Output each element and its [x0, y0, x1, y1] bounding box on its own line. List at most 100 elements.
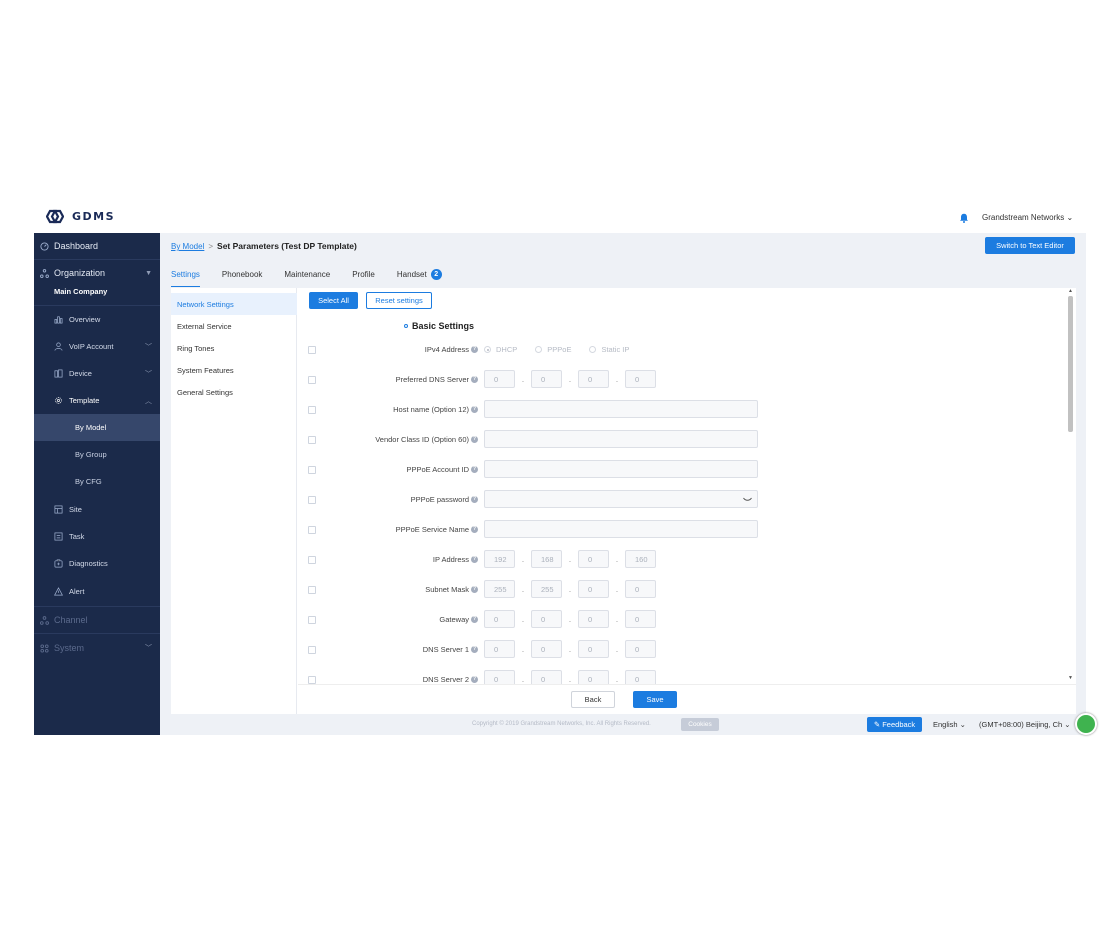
- ip-octet-input[interactable]: 160: [625, 550, 656, 568]
- sidebar-item-by-model[interactable]: By Model: [34, 414, 160, 441]
- help-icon[interactable]: ?: [471, 496, 478, 503]
- row-checkbox[interactable]: [308, 346, 316, 354]
- help-icon[interactable]: ?: [471, 466, 478, 473]
- cookies-button[interactable]: Cookies: [681, 718, 719, 731]
- ip-octet-input[interactable]: 255: [484, 580, 515, 598]
- ip-octet-input[interactable]: 0: [625, 370, 656, 388]
- help-icon[interactable]: ?: [471, 586, 478, 593]
- nav-external-service[interactable]: External Service: [171, 315, 297, 337]
- ip-octet-input[interactable]: 0: [578, 550, 609, 568]
- sidebar-item-voip-account[interactable]: VoIP Account ﹀: [34, 333, 160, 360]
- chat-bubble-icon[interactable]: [1075, 713, 1097, 735]
- nav-ring-tones[interactable]: Ring Tones: [171, 337, 297, 359]
- breadcrumb-link-by-model[interactable]: By Model: [171, 242, 204, 251]
- row-checkbox[interactable]: [308, 496, 316, 504]
- help-icon[interactable]: ?: [471, 646, 478, 653]
- ip-octet-input[interactable]: 0: [531, 370, 562, 388]
- gdms-logo[interactable]: GDMS: [46, 209, 115, 224]
- row-checkbox[interactable]: [308, 646, 316, 654]
- nav-general-settings[interactable]: General Settings: [171, 381, 297, 403]
- row-checkbox[interactable]: [308, 556, 316, 564]
- ip-octet-input[interactable]: 0: [531, 640, 562, 658]
- vertical-scrollbar[interactable]: ▲ ▼: [1066, 288, 1076, 684]
- ip-octet-input[interactable]: 0: [578, 610, 609, 628]
- sidebar-item-by-group[interactable]: By Group: [34, 441, 160, 468]
- reset-settings-button[interactable]: Reset settings: [366, 292, 432, 309]
- ip-octet-input[interactable]: 0: [578, 640, 609, 658]
- row-checkbox[interactable]: [308, 586, 316, 594]
- save-button[interactable]: Save: [633, 691, 677, 708]
- ip-octet-input[interactable]: 168: [531, 550, 562, 568]
- ip-octet-input[interactable]: 0: [531, 610, 562, 628]
- ip-octet-input[interactable]: 0: [625, 640, 656, 658]
- eye-closed-icon[interactable]: [743, 496, 752, 503]
- user-menu[interactable]: Grandstream Networks ⌄: [982, 213, 1073, 222]
- ip-octet-input[interactable]: 0: [625, 610, 656, 628]
- sidebar-item-by-cfg[interactable]: By CFG: [34, 468, 160, 495]
- pppoe-service-name-input[interactable]: [484, 520, 758, 538]
- company-selector[interactable]: Main Company: [34, 283, 160, 299]
- sidebar-item-task[interactable]: Task: [34, 523, 160, 550]
- row-checkbox[interactable]: [308, 436, 316, 444]
- tab-maintenance[interactable]: Maintenance: [284, 265, 330, 283]
- select-all-button[interactable]: Select All: [309, 292, 358, 309]
- help-icon[interactable]: ?: [471, 526, 478, 533]
- sidebar-item-dashboard[interactable]: Dashboard: [34, 233, 160, 259]
- help-icon[interactable]: ?: [471, 376, 478, 383]
- vendor-class-id-input[interactable]: [484, 430, 758, 448]
- sidebar-item-device[interactable]: Device ﹀: [34, 360, 160, 387]
- ip-octet-input[interactable]: 0: [578, 580, 609, 598]
- sidebar-item-site[interactable]: Site: [34, 496, 160, 523]
- row-checkbox[interactable]: [308, 676, 316, 684]
- sidebar-item-alert[interactable]: Alert: [34, 578, 160, 605]
- nav-network-settings[interactable]: Network Settings: [171, 293, 297, 315]
- tab-phonebook[interactable]: Phonebook: [222, 265, 262, 283]
- ip-octet-input[interactable]: 255: [531, 580, 562, 598]
- help-icon[interactable]: ?: [471, 556, 478, 563]
- back-button[interactable]: Back: [571, 691, 615, 708]
- pppoe-password-input[interactable]: [484, 490, 758, 508]
- ip-octet-input[interactable]: 0: [578, 370, 609, 388]
- ip-octet-input[interactable]: 0: [531, 670, 562, 684]
- switch-to-text-editor-button[interactable]: Switch to Text Editor: [985, 237, 1075, 254]
- tab-settings[interactable]: Settings: [171, 265, 200, 287]
- help-icon[interactable]: ?: [471, 616, 478, 623]
- help-icon[interactable]: ?: [471, 676, 478, 683]
- language-selector[interactable]: English ⌄: [933, 720, 966, 729]
- ip-octet-input[interactable]: 0: [625, 580, 656, 598]
- pppoe-account-id-input[interactable]: [484, 460, 758, 478]
- scrollbar-thumb[interactable]: [1068, 296, 1073, 432]
- ip-octet-input[interactable]: 0: [484, 370, 515, 388]
- row-checkbox[interactable]: [308, 466, 316, 474]
- nav-system-features[interactable]: System Features: [171, 359, 297, 381]
- help-icon[interactable]: ?: [471, 436, 478, 443]
- sidebar-item-diagnostics[interactable]: Diagnostics: [34, 550, 160, 577]
- tab-profile[interactable]: Profile: [352, 265, 375, 283]
- scroll-up-arrow-icon[interactable]: ▲: [1068, 288, 1073, 294]
- ip-octet-input[interactable]: 192: [484, 550, 515, 568]
- ip-octet-input[interactable]: 0: [484, 610, 515, 628]
- row-checkbox[interactable]: [308, 406, 316, 414]
- sidebar-item-template[interactable]: Template ︿: [34, 387, 160, 414]
- row-checkbox[interactable]: [308, 526, 316, 534]
- sidebar-item-system[interactable]: System ﹀: [34, 635, 160, 661]
- radio-static-ip[interactable]: Static IP: [589, 345, 629, 354]
- ip-octet-input[interactable]: 0: [578, 670, 609, 684]
- bell-icon[interactable]: [959, 213, 969, 223]
- feedback-button[interactable]: ✎ Feedback: [867, 717, 922, 732]
- timezone-selector[interactable]: (GMT+08:00) Beijing, Ch ⌄: [979, 720, 1071, 729]
- row-checkbox[interactable]: [308, 616, 316, 624]
- host-name-input[interactable]: [484, 400, 758, 418]
- ip-octet-input[interactable]: 0: [625, 670, 656, 684]
- radio-dhcp[interactable]: DHCP: [484, 345, 517, 354]
- ip-octet-input[interactable]: 0: [484, 640, 515, 658]
- row-checkbox[interactable]: [308, 376, 316, 384]
- sidebar-item-overview[interactable]: Overview: [34, 306, 160, 333]
- help-icon[interactable]: ?: [471, 406, 478, 413]
- tab-handset[interactable]: Handset 2: [397, 265, 442, 283]
- radio-pppoe[interactable]: PPPoE: [535, 345, 571, 354]
- help-icon[interactable]: ?: [471, 346, 478, 353]
- ip-octet-input[interactable]: 0: [484, 670, 515, 684]
- sidebar-item-channel[interactable]: Channel: [34, 607, 160, 633]
- scroll-down-arrow-icon[interactable]: ▼: [1068, 675, 1073, 681]
